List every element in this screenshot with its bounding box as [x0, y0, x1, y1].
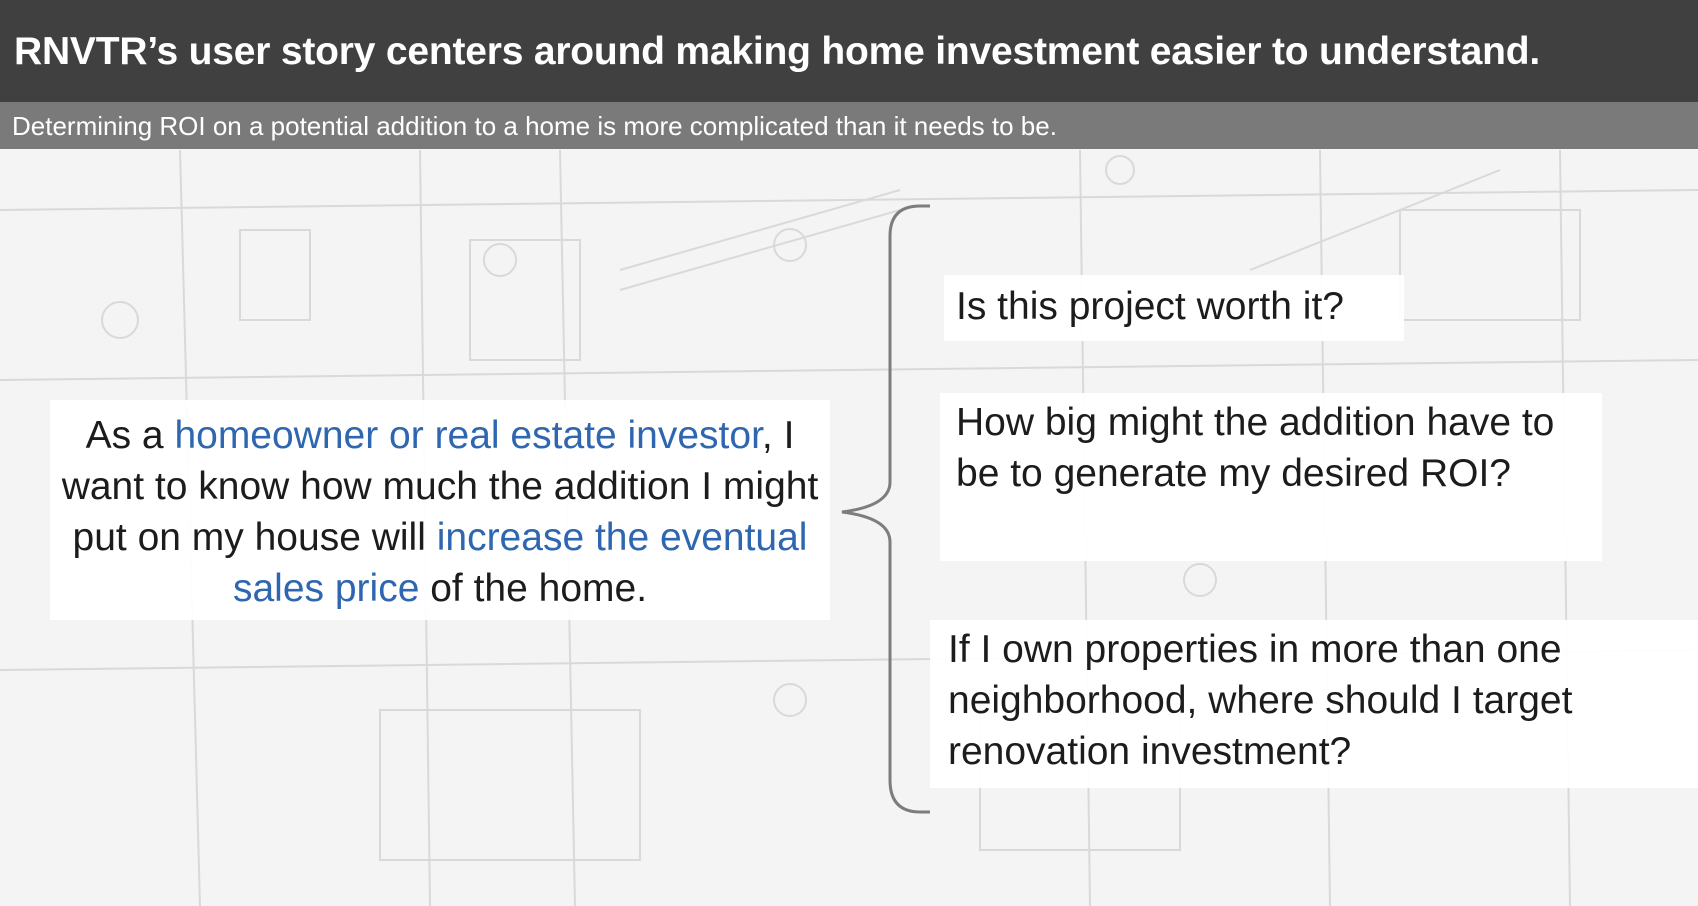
user-story-text: As a homeowner or real estate investor, … [60, 410, 820, 614]
story-highlight-role: homeowner or real estate investor [174, 414, 762, 457]
story-part-3: of the home. [419, 567, 648, 610]
question-text: How big might the addition have to be to… [956, 401, 1555, 495]
curly-brace [841, 204, 930, 814]
question-box-2: How big might the addition have to be to… [940, 393, 1602, 561]
subtitle-bar: Determining ROI on a potential addition … [0, 102, 1698, 149]
page-subtitle: Determining ROI on a potential addition … [12, 111, 1057, 141]
question-box-3: If I own properties in more than one nei… [930, 620, 1698, 788]
question-text: If I own properties in more than one nei… [948, 628, 1573, 773]
question-text: Is this project worth it? [956, 285, 1344, 328]
page-title: RNVTR’s user story centers around making… [14, 30, 1541, 73]
story-part-1: As a [85, 414, 175, 457]
question-box-1: Is this project worth it? [944, 275, 1404, 341]
title-bar: RNVTR’s user story centers around making… [0, 0, 1698, 102]
